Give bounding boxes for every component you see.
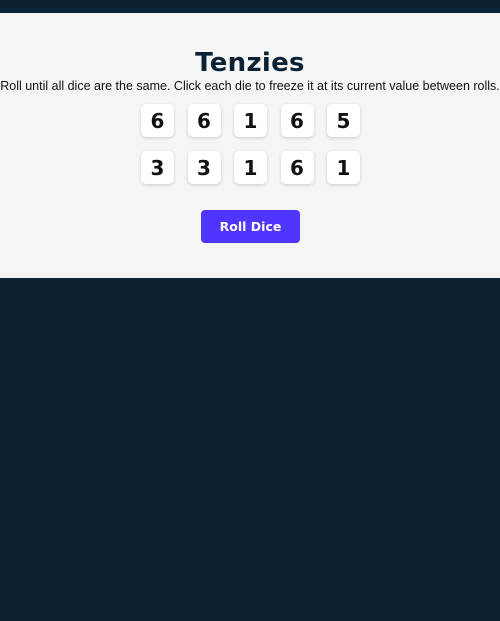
- die-3[interactable]: 1: [234, 104, 267, 137]
- die-10[interactable]: 1: [327, 151, 360, 184]
- die-9[interactable]: 6: [280, 151, 314, 184]
- die-1[interactable]: 6: [141, 104, 174, 137]
- die-5[interactable]: 5: [327, 104, 360, 137]
- die-4[interactable]: 6: [280, 104, 314, 137]
- die-6[interactable]: 3: [141, 151, 174, 184]
- game-title: Tenzies: [195, 48, 305, 78]
- roll-dice-button[interactable]: Roll Dice: [201, 210, 300, 243]
- die-7[interactable]: 3: [187, 151, 221, 184]
- dice-grid: 6 6 1 6 5 3 3 1 6 1: [141, 104, 360, 184]
- die-8[interactable]: 1: [234, 151, 267, 184]
- game-panel: Tenzies Roll until all dice are the same…: [0, 13, 500, 278]
- game-instructions: Roll until all dice are the same. Click …: [0, 79, 500, 93]
- die-2[interactable]: 6: [187, 104, 221, 137]
- app-background: Tenzies Roll until all dice are the same…: [0, 0, 500, 621]
